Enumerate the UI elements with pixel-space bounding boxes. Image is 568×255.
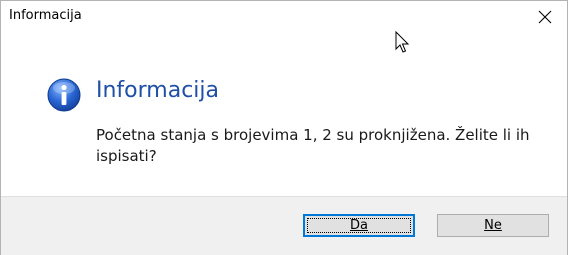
close-button[interactable]	[523, 1, 567, 32]
mouse-cursor-icon	[395, 31, 410, 53]
window-title: Informacija	[9, 8, 82, 23]
info-icon	[47, 78, 81, 112]
close-icon	[538, 10, 552, 23]
no-button[interactable]: Ne	[437, 214, 549, 237]
yes-button[interactable]: Da	[303, 214, 415, 237]
dialog-heading: Informacija	[96, 78, 220, 103]
no-button-label: Ne	[484, 218, 502, 233]
dialog-window: Informacija Informacija Početna stanja s	[0, 0, 568, 255]
yes-button-label: Da	[350, 218, 368, 233]
dialog-content: Informacija Početna stanja s brojevima 1…	[1, 32, 567, 196]
dialog-message: Početna stanja s brojevima 1, 2 su prokn…	[96, 126, 530, 165]
title-bar[interactable]: Informacija	[1, 1, 567, 32]
button-bar: Da Ne	[1, 196, 567, 255]
